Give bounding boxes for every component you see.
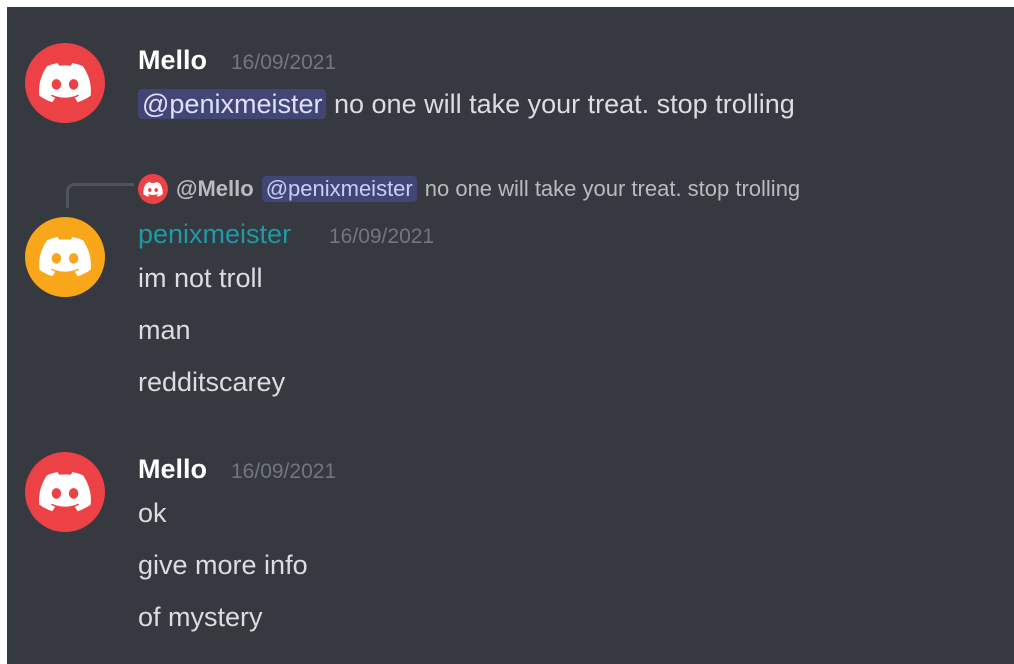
- avatar[interactable]: [25, 43, 105, 123]
- message-text: of mystery: [138, 602, 263, 632]
- discord-logo-icon: [39, 63, 91, 103]
- message-text: give more info: [138, 550, 308, 580]
- timestamp: 16/09/2021: [231, 51, 337, 74]
- timestamp: 16/09/2021: [329, 225, 435, 248]
- chat-area: Mello 16/09/2021 @penixmeister no one wi…: [7, 7, 1014, 664]
- avatar: [138, 174, 168, 204]
- reply-author: @Mello: [176, 176, 254, 201]
- discord-logo-icon: [39, 237, 91, 277]
- username[interactable]: Mello: [138, 45, 207, 76]
- message-text: man: [138, 315, 191, 345]
- message-body: no one will take your treat. stop trolli…: [334, 89, 795, 119]
- message-text: ok: [138, 498, 167, 528]
- user-mention: @penixmeister: [261, 176, 417, 202]
- message-text: redditscarey: [138, 367, 286, 397]
- timestamp: 16/09/2021: [231, 460, 337, 483]
- message-text: im not troll: [138, 263, 263, 293]
- username[interactable]: Mello: [138, 454, 207, 485]
- avatar[interactable]: [25, 452, 105, 532]
- avatar[interactable]: [25, 217, 105, 297]
- discord-logo-icon: [143, 181, 163, 197]
- reply-preview[interactable]: @Mello @penixmeister no one will take yo…: [138, 172, 800, 206]
- reply-spine: [66, 183, 134, 208]
- discord-logo-icon: [39, 472, 91, 512]
- username[interactable]: penixmeister: [138, 219, 291, 250]
- user-mention[interactable]: @penixmeister: [138, 89, 327, 119]
- message-text: @penixmeister no one will take your trea…: [138, 89, 795, 120]
- reply-text: no one will take your treat. stop trolli…: [424, 176, 801, 201]
